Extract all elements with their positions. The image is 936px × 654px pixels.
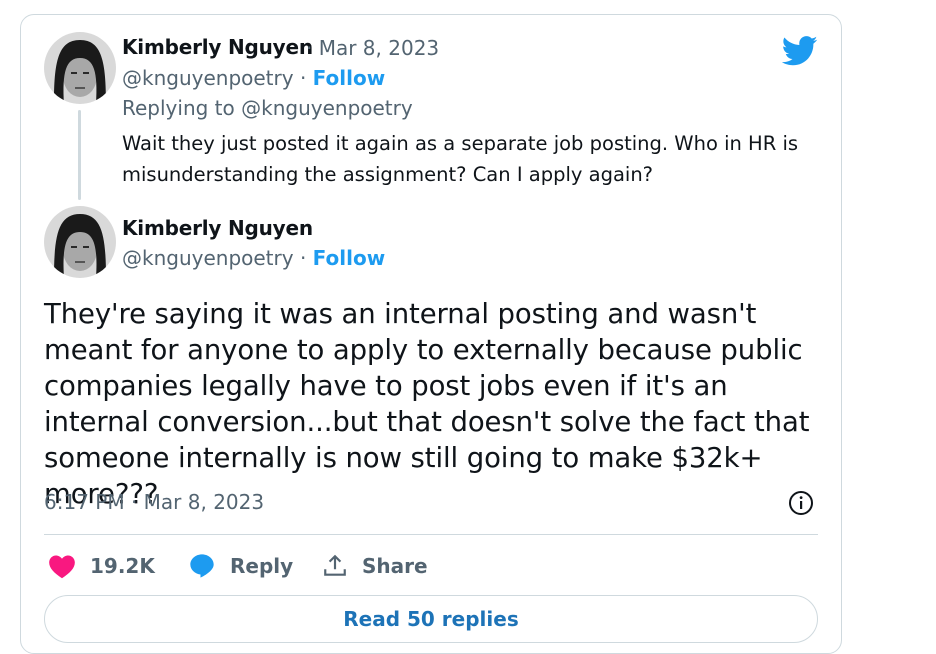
author-name[interactable]: Kimberly Nguyen	[122, 216, 313, 240]
author-name[interactable]: Kimberly Nguyen	[122, 35, 313, 59]
reply-button[interactable]: Reply	[188, 552, 293, 580]
share-button[interactable]: Share	[322, 552, 428, 580]
author-handle[interactable]: @knguyenpoetry	[122, 246, 294, 270]
replying-to-label: Replying to	[122, 96, 242, 120]
thread-connector-line	[78, 110, 81, 200]
follow-button[interactable]: Follow	[313, 246, 386, 270]
reply-tweet-text: Wait they just posted it again as a sepa…	[122, 132, 799, 186]
share-label: Share	[362, 554, 428, 578]
separator: ·	[293, 66, 313, 90]
author-handle[interactable]: @knguyenpoetry	[122, 66, 294, 90]
replying-to-handle[interactable]: @knguyenpoetry	[241, 96, 413, 120]
heart-icon	[49, 555, 75, 579]
like-count: 19.2K	[90, 554, 155, 578]
info-icon[interactable]	[788, 490, 814, 516]
tweet-date[interactable]: Mar 8, 2023	[319, 36, 439, 60]
reply-label: Reply	[230, 554, 294, 578]
avatar[interactable]	[44, 32, 116, 104]
separator: ·	[293, 246, 313, 270]
divider	[44, 534, 818, 535]
follow-button[interactable]: Follow	[313, 66, 386, 90]
main-tweet-text: They're saying it was an internal postin…	[44, 298, 810, 510]
share-icon	[324, 554, 346, 576]
twitter-bird-icon[interactable]	[782, 36, 818, 66]
read-replies-button[interactable]: Read 50 replies	[44, 595, 818, 643]
tweet-timestamp[interactable]: 6:17 PM · Mar 8, 2023	[44, 490, 264, 514]
like-button[interactable]: 19.2K	[48, 552, 155, 580]
reply-bubble-icon	[190, 554, 214, 578]
separator: ·	[306, 36, 319, 60]
avatar[interactable]	[44, 206, 116, 278]
